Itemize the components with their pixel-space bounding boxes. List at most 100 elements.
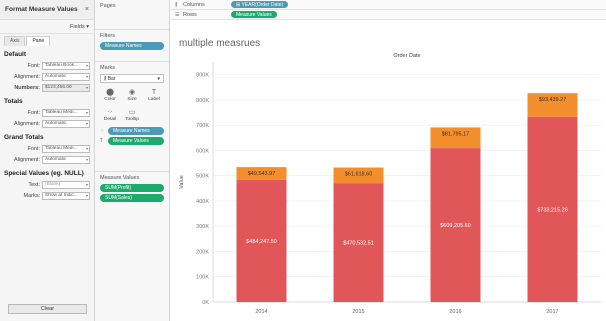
pages-label: Pages [100,3,116,9]
mark-field-icon: ⁘ [100,128,105,134]
format-sections: Default Font: Tableau Book... ▾ Alignment: Au… [0,46,94,201]
bar-data-label: $81,795.17 [442,131,470,137]
y-tick-label: 500K [196,174,209,180]
bar-chart: Order Date 0K 100K 200K 300K 400K 500K 600K 700K… [179,53,601,315]
filter-pill-measure-names[interactable]: Measure Names [100,42,164,50]
font-dropdown[interactable]: Tableau Book... ▾ [42,61,90,70]
format-pane: Format Measure Values × Fields ▾ Axis Pa… [0,0,95,321]
alignment-dropdown[interactable]: Automatic ▾ [42,72,90,81]
format-row-label: Alignment: [14,156,40,163]
marks-label: Marks [100,65,115,71]
rows-label: Rows [183,11,197,18]
mark-button-label: Color [104,96,116,102]
chevron-down-icon: ▾ [85,193,88,198]
format-row: Numbers: $123,456.00 ▾ [0,82,94,93]
mark-button-label: Size [127,96,137,102]
format-row: Alignment: Automatic ▾ [0,154,94,165]
tab-pane[interactable]: Pane [26,36,51,46]
mark-size-button[interactable]: ◉ Size [122,86,142,104]
dropdown-value: Show at Indic... [45,193,78,198]
close-icon[interactable]: × [85,6,89,13]
chevron-down-icon: ▾ [85,85,88,90]
marks-dropdown[interactable]: Show at Indic... ▾ [42,191,90,200]
y-tick-label: 0K [202,300,209,306]
column-header-label: Order Date [393,53,420,59]
x-tick-label: 2016 [449,309,461,315]
mark-label-button[interactable]: T Label [144,86,164,104]
clear-button[interactable]: Clear [8,304,87,314]
y-tick-label: 200K [196,249,209,255]
section-title-default: Default [4,51,27,58]
dropdown-value: Automatic [45,74,67,79]
format-pane-header: Format Measure Values × [0,0,94,20]
format-row-label: Marks: [23,192,41,199]
mark-field-pill-measure-names[interactable]: Measure Names [108,127,164,135]
fields-dropdown[interactable]: Fields ▾ [70,24,89,30]
viz-area: ⫼ Columns ⊞ YEAR(Order Date) ☰ Rows Meas… [171,0,606,321]
format-row-label: Alignment: [14,73,40,80]
y-tick-label: 300K [196,224,209,230]
label-icon: T [151,88,157,96]
format-row: Font: Tableau Book... ▾ [0,60,94,71]
measure-value-pill-profit[interactable]: SUM(Profit) [100,184,164,192]
tab-axis[interactable]: Axis [4,36,26,46]
columns-label: Columns [183,1,205,8]
chevron-down-icon: ▾ [85,157,88,162]
section-title-totals: Totals [4,98,23,105]
format-tabs: Axis Pane [0,36,94,46]
filters-label: Filters [100,33,115,39]
mark-button-label: Label [148,96,160,102]
measure-values-card: Measure Values SUM(Profit) SUM(Sales) [95,172,169,205]
numbers-dropdown[interactable]: $123,456.00 ▾ [42,83,90,92]
format-row: Marks: Show at Indic... ▾ [0,190,94,201]
dropdown-value: (Blank) [45,182,61,187]
mark-buttons: ⬤ Color ◉ Size T Label ⁘ Detail ▭ Tooltip [100,86,164,124]
detail-icon: ⁘ [107,108,113,116]
mark-field-row: ⁘ Measure Names [100,127,164,135]
y-tick-label: 900K [196,73,209,79]
chevron-down-icon: ▾ [85,74,88,79]
rows-icon: ☰ [175,11,180,18]
y-tick-label: 100K [196,275,209,281]
y-tick-label: 700K [196,123,209,129]
format-pane-title: Format Measure Values [5,6,78,13]
section-title-grand-totals: Grand Totals [4,134,44,141]
fields-bar: Fields ▾ [0,20,94,34]
marks-card: Marks ⫼ Bar ▾ ⬤ Color ◉ Size T Label ⁘ Detail ▭ T… [95,62,169,172]
font-dropdown[interactable]: Tableau Medi... ▾ [42,144,90,153]
bar-data-label: $470,532.51 [343,241,374,247]
format-row-label: Alignment: [14,120,40,127]
rows-pill[interactable]: Measure Values [231,11,277,18]
alignment-dropdown[interactable]: Automatic ▾ [42,119,90,128]
chevron-down-icon: ▾ [85,110,88,115]
mark-field-row: T Measure Values [100,137,164,145]
mark-button-label: Detail [103,116,117,122]
mark-field-pill-measure-values[interactable]: Measure Values [108,137,164,145]
x-tick-label: 2015 [352,309,364,315]
alignment-dropdown[interactable]: Automatic ▾ [42,155,90,164]
mark-color-button[interactable]: ⬤ Color [100,86,120,104]
mark-tooltip-button[interactable]: ▭ Tooltip [122,106,142,124]
format-row: Text: (Blank) ▾ [0,179,94,190]
tooltip-icon: ▭ [128,108,136,116]
format-row-label: Numbers: [14,84,40,91]
filters-card: Filters Measure Names [95,30,169,62]
format-row: Font: Tableau Medi... ▾ [0,143,94,154]
bar-data-label: $609,205.60 [440,223,471,229]
mark-detail-button[interactable]: ⁘ Detail [100,106,120,124]
format-row: Font: Tableau Medi... ▾ [0,107,94,118]
x-tick-label: 2014 [255,309,267,315]
dropdown-value: Automatic [45,157,67,162]
chevron-down-icon: ▾ [85,121,88,126]
mark-type-value: Bar [107,75,116,82]
mark-type-dropdown[interactable]: ⫼ Bar ▾ [100,74,164,83]
section-title-special-values-eg-null: Special Values (eg. NULL) [4,170,84,177]
columns-icon: ⫼ [175,1,178,8]
bar-data-label: $484,247.50 [246,239,277,245]
shelves-panel: Pages Filters Measure Names Marks ⫼ Bar … [95,0,170,321]
text-dropdown[interactable]: (Blank) ▾ [42,180,90,189]
measure-value-pill-sales[interactable]: SUM(Sales) [100,194,164,202]
font-dropdown[interactable]: Tableau Medi... ▾ [42,108,90,117]
format-row-label: Font: [27,109,40,116]
columns-pill[interactable]: ⊞ YEAR(Order Date) [231,1,289,8]
